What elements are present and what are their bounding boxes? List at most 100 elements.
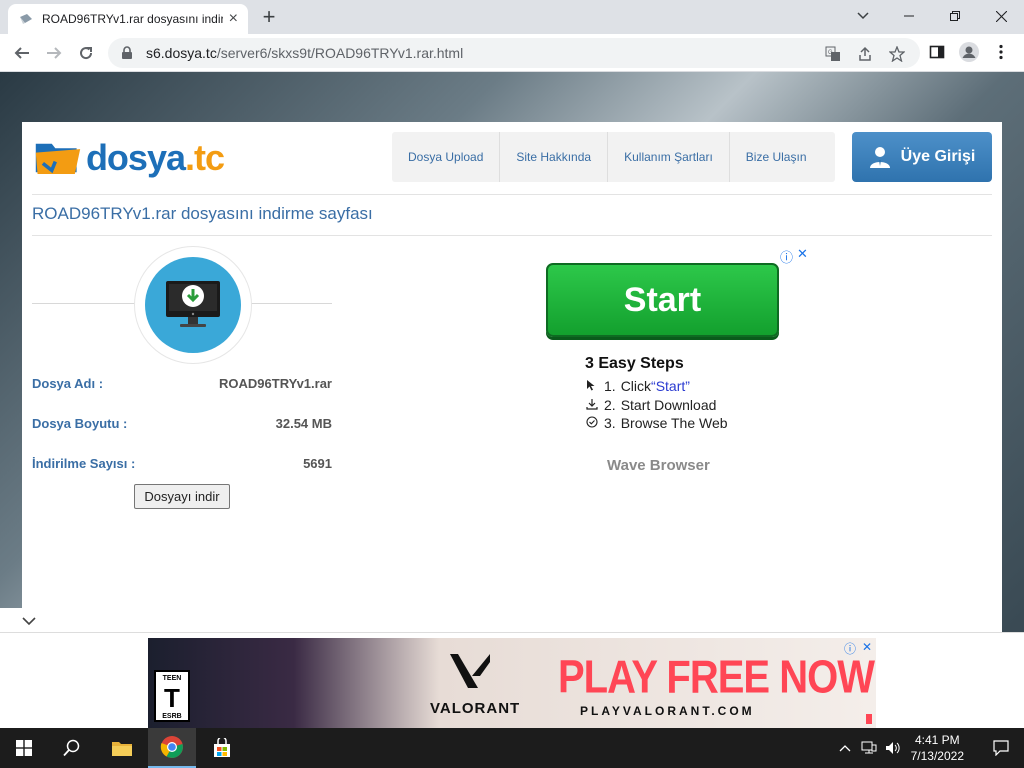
banner-accent (866, 714, 872, 724)
reload-icon (80, 47, 93, 60)
logo-text-main: dosya (85, 137, 186, 178)
content-card: dosya.tc Dosya Upload Site Hakkında Kull… (22, 122, 1002, 682)
translate-icon[interactable]: G (824, 45, 842, 63)
nav-dosya-upload[interactable]: Dosya Upload (392, 132, 501, 182)
clock-time: 4:41 PM (914, 733, 960, 747)
notifications-button[interactable] (978, 728, 1024, 768)
store-icon (214, 738, 230, 757)
ad-close-icon[interactable]: ✕ (797, 246, 808, 262)
ad-brand-name: Wave Browser (607, 457, 710, 474)
chevron-up-icon[interactable] (839, 744, 851, 752)
start-button[interactable] (0, 728, 48, 768)
logo-text: dosya.tc (85, 137, 225, 179)
chevron-down-icon (22, 616, 36, 625)
forward-arrow-icon (47, 47, 62, 59)
step-text: Click (620, 378, 652, 394)
svg-text:G: G (828, 50, 833, 56)
system-clock[interactable]: 4:41 PM 7/13/2022 (911, 732, 964, 764)
windows-logo-icon (16, 740, 32, 756)
file-name-label: Dosya Adı : (32, 376, 104, 391)
network-icon[interactable] (861, 741, 877, 755)
monitor-download-icon (166, 281, 220, 327)
divider (32, 194, 992, 195)
side-panel-icon[interactable] (926, 41, 948, 63)
step-link: “Start” (651, 378, 690, 394)
ad-step-2: 2. Start Download (586, 397, 716, 413)
forward-button[interactable] (40, 39, 68, 67)
logo-text-tld: .tc (184, 137, 225, 178)
tab-title: ROAD96TRYv1.rar dosyasını indir (42, 12, 223, 26)
minimize-button[interactable] (886, 0, 932, 32)
ad-step-1: 1. Click “Start” (586, 378, 690, 394)
folder-icon (112, 742, 132, 756)
reload-button[interactable] (72, 39, 100, 67)
rating-letter: T (164, 683, 180, 713)
volume-icon[interactable] (885, 741, 901, 755)
ad-cta-url: PLAYVALORANT.COM (580, 704, 755, 718)
address-bar[interactable]: s6.dosya.tc/server6/skxs9t/ROAD96TRYv1.r… (108, 38, 920, 68)
site-favicon-icon (20, 14, 32, 24)
download-icon (586, 398, 600, 413)
download-illustration (134, 246, 252, 364)
notification-icon (993, 740, 1009, 756)
valorant-logo-icon (450, 654, 490, 688)
browser-menu-icon[interactable] (990, 41, 1012, 63)
ad-info-icon[interactable]: ⓘ (780, 247, 793, 266)
browser-tabbar: ROAD96TRYv1.rar dosyasını indir × + (0, 0, 1024, 34)
tab-search-icon[interactable] (840, 0, 886, 32)
search-button[interactable] (48, 728, 96, 768)
new-tab-button[interactable]: + (256, 6, 282, 30)
banner-close-icon[interactable]: ✕ (862, 640, 872, 654)
file-name-value: ROAD96TRYv1.rar (219, 376, 332, 391)
restore-button[interactable] (932, 0, 978, 32)
game-ad-banner[interactable]: TEEN T ESRB VALORANT PLAY FREE NOW PLAYV… (148, 638, 876, 728)
login-label: Üye Girişi (900, 148, 976, 165)
page-title: ROAD96TRYv1.rar dosyasını indirme sayfas… (32, 204, 373, 223)
game-name: VALORANT (430, 700, 521, 717)
site-logo[interactable]: dosya.tc (34, 132, 225, 184)
login-button[interactable]: Üye Girişi (852, 132, 992, 182)
chrome-icon (160, 736, 183, 758)
tab-close-icon[interactable]: × (229, 11, 238, 27)
collapse-ad-button[interactable] (0, 608, 58, 634)
browser-tab[interactable]: ROAD96TRYv1.rar dosyasını indir × (8, 4, 248, 34)
download-count-value: 5691 (303, 456, 332, 471)
step-number: 2. (604, 397, 616, 413)
folder-logo-icon (35, 143, 81, 174)
banner-info-icon[interactable]: ⓘ (844, 640, 856, 657)
search-icon (63, 739, 80, 757)
url-text: s6.dosya.tc/server6/skxs9t/ROAD96TRYv1.r… (146, 45, 463, 61)
main-nav: Dosya Upload Site Hakkında Kullanım Şart… (392, 132, 835, 182)
step-text: Start Download (620, 397, 717, 413)
file-explorer-button[interactable] (98, 728, 146, 768)
close-window-button[interactable] (978, 0, 1024, 32)
file-size-value: 32.54 MB (275, 416, 332, 431)
ad-start-button[interactable]: Start (546, 263, 779, 337)
cursor-icon (586, 379, 600, 394)
chrome-taskbar-button[interactable] (148, 728, 196, 768)
ad-step-3: 3. Browse The Web (586, 415, 728, 431)
nav-bize-ulasin[interactable]: Bize Ulaşın (730, 132, 835, 182)
bookmark-star-icon[interactable] (888, 45, 906, 63)
url-path: /server6/skxs9t/ROAD96TRYv1.rar.html (216, 45, 464, 61)
nav-kullanim-sartlari[interactable]: Kullanım Şartları (608, 132, 730, 182)
store-taskbar-button[interactable] (198, 728, 246, 768)
user-icon (869, 147, 890, 168)
page-viewport: dosya.tc Dosya Upload Site Hakkında Kull… (0, 72, 1024, 728)
profile-avatar-icon[interactable] (958, 41, 980, 63)
step-number: 3. (604, 415, 616, 431)
nav-site-hakkinda[interactable]: Site Hakkında (500, 132, 609, 182)
ad-cta-text: PLAY FREE NOW (558, 652, 875, 703)
share-icon[interactable] (856, 45, 874, 63)
rating-bottom: ESRB (162, 713, 182, 720)
browser-toolbar: s6.dosya.tc/server6/skxs9t/ROAD96TRYv1.r… (0, 34, 1024, 72)
file-size-label: Dosya Boyutu : (32, 416, 128, 431)
back-arrow-icon (14, 47, 29, 59)
back-button[interactable] (8, 39, 36, 67)
ad-steps-title: 3 Easy Steps (585, 355, 684, 372)
download-file-button[interactable]: Dosyayı indir (134, 484, 230, 509)
step-text: Browse The Web (620, 415, 728, 431)
esrb-rating-badge: TEEN T ESRB (154, 670, 190, 722)
download-count-label: İndirilme Sayısı : (32, 456, 136, 471)
windows-taskbar: 4:41 PM 7/13/2022 (0, 728, 1024, 768)
